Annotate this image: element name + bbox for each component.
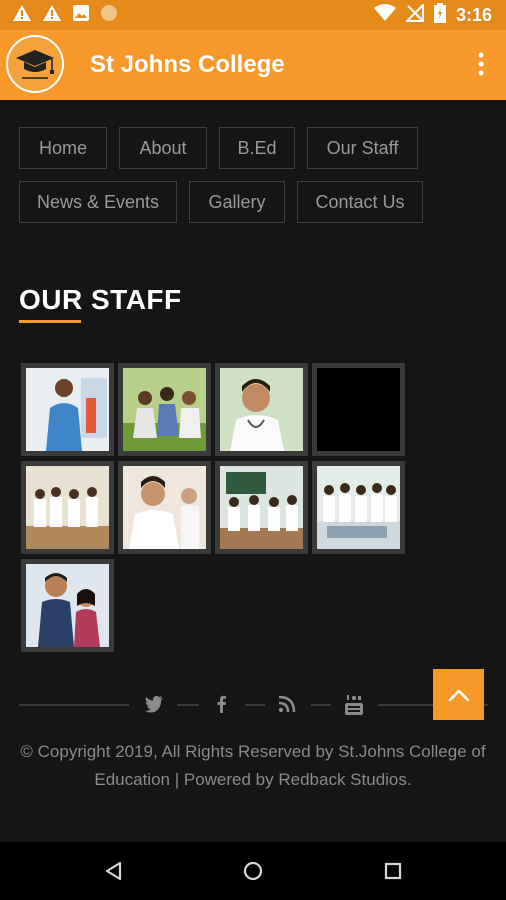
staff-photo-8[interactable]	[312, 461, 405, 554]
app-title: St Johns College	[90, 51, 285, 78]
scroll-to-top-button[interactable]	[433, 669, 484, 720]
nav-news-events-button[interactable]: News & Events	[19, 181, 177, 223]
status-bar: 3:16	[0, 0, 506, 30]
section-title: OUR STAFF	[19, 284, 182, 315]
section-underline	[19, 320, 81, 323]
nav-home-button[interactable]: Home	[19, 127, 107, 169]
staff-photo-2[interactable]	[118, 363, 211, 456]
powered-by-link[interactable]: Redback Studios	[278, 770, 407, 789]
nav-gallery-button[interactable]: Gallery	[189, 181, 285, 223]
college-logo[interactable]	[6, 35, 64, 93]
copyright-suffix: .	[406, 770, 412, 789]
app-bar: St Johns College	[0, 30, 506, 100]
facebook-icon[interactable]	[212, 694, 234, 716]
recents-icon[interactable]	[384, 862, 402, 885]
footer-divider	[19, 704, 129, 706]
rss-icon[interactable]	[277, 694, 299, 716]
no-signal-icon	[404, 2, 424, 27]
back-icon[interactable]	[104, 861, 124, 886]
footer-divider	[245, 704, 265, 706]
home-icon[interactable]	[243, 861, 263, 886]
system-navigation-bar	[0, 842, 506, 900]
overflow-menu-icon[interactable]	[476, 50, 486, 80]
copyright-prefix: © Copyright 2019, All Rights Reserved by…	[20, 742, 486, 789]
nav-contact-us-button[interactable]: Contact Us	[297, 181, 423, 223]
warning-icon	[42, 4, 62, 27]
status-time: 3:16	[455, 5, 492, 25]
nav-about-button[interactable]: About	[119, 127, 207, 169]
nav-our-staff-button[interactable]: Our Staff	[307, 127, 418, 169]
footer-divider	[311, 704, 331, 706]
image-icon	[72, 4, 90, 27]
twitter-icon[interactable]	[144, 694, 166, 716]
battery-icon	[433, 3, 446, 28]
copyright-text: © Copyright 2019, All Rights Reserved by…	[20, 738, 486, 794]
footer-divider	[177, 704, 199, 706]
staff-photo-1[interactable]	[21, 363, 114, 456]
staff-photo-7[interactable]	[215, 461, 308, 554]
staff-photo-3[interactable]	[215, 363, 308, 456]
staff-photo-4[interactable]	[312, 363, 405, 456]
warning-icon	[12, 4, 32, 27]
circle-icon	[100, 4, 118, 27]
staff-photo-6[interactable]	[118, 461, 211, 554]
staff-photo-5[interactable]	[21, 461, 114, 554]
staff-photo-9[interactable]	[21, 559, 114, 652]
wifi-icon	[373, 4, 396, 27]
nav-bed-button[interactable]: B.Ed	[219, 127, 295, 169]
youtube-icon[interactable]	[344, 694, 366, 716]
